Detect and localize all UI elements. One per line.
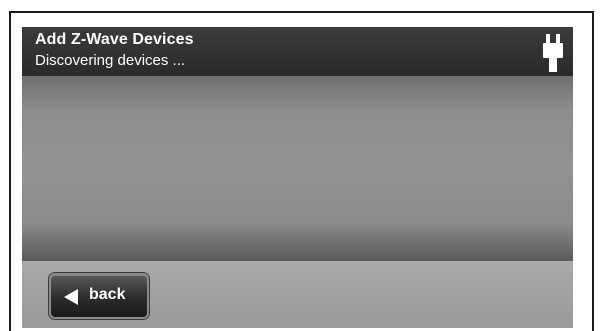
discovery-area [22, 76, 573, 261]
screen-header: Add Z-Wave Devices Discovering devices .… [22, 27, 573, 76]
back-button[interactable]: back [49, 273, 149, 319]
device-screen: Add Z-Wave Devices Discovering devices .… [22, 27, 573, 328]
back-button-label: back [89, 286, 126, 303]
left-arrow-icon [64, 289, 78, 305]
status-text: Discovering devices ... [35, 52, 186, 69]
power-plug-icon [543, 34, 563, 72]
page-title: Add Z-Wave Devices [35, 31, 194, 48]
